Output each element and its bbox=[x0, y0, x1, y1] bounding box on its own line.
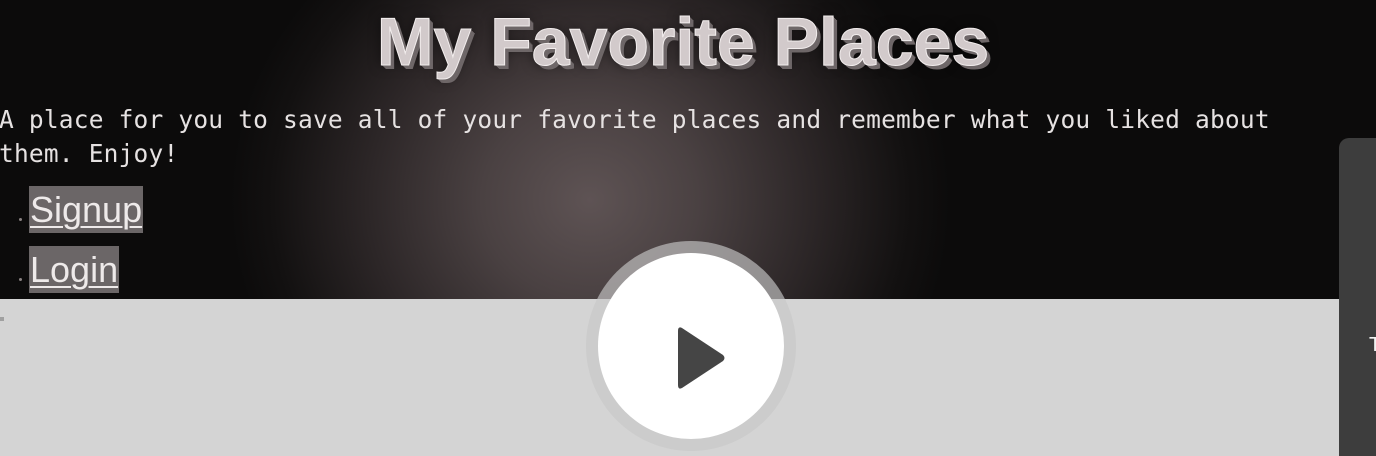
signup-link[interactable]: Signup bbox=[29, 186, 144, 233]
login-link[interactable]: Login bbox=[29, 246, 120, 293]
play-button-disc bbox=[598, 253, 784, 439]
play-button[interactable] bbox=[586, 241, 796, 451]
tagline-text: A place for you to save all of your favo… bbox=[0, 105, 1270, 168]
play-icon bbox=[678, 327, 725, 389]
side-panel-label: T bbox=[1369, 334, 1376, 356]
bullet-icon bbox=[19, 218, 22, 221]
page: My Favorite Places A place for you to sa… bbox=[0, 0, 1376, 456]
side-panel[interactable]: T bbox=[1339, 138, 1376, 456]
page-title: My Favorite Places bbox=[376, 4, 990, 81]
overlay-edge-mark bbox=[0, 317, 4, 321]
bullet-icon bbox=[19, 278, 22, 281]
